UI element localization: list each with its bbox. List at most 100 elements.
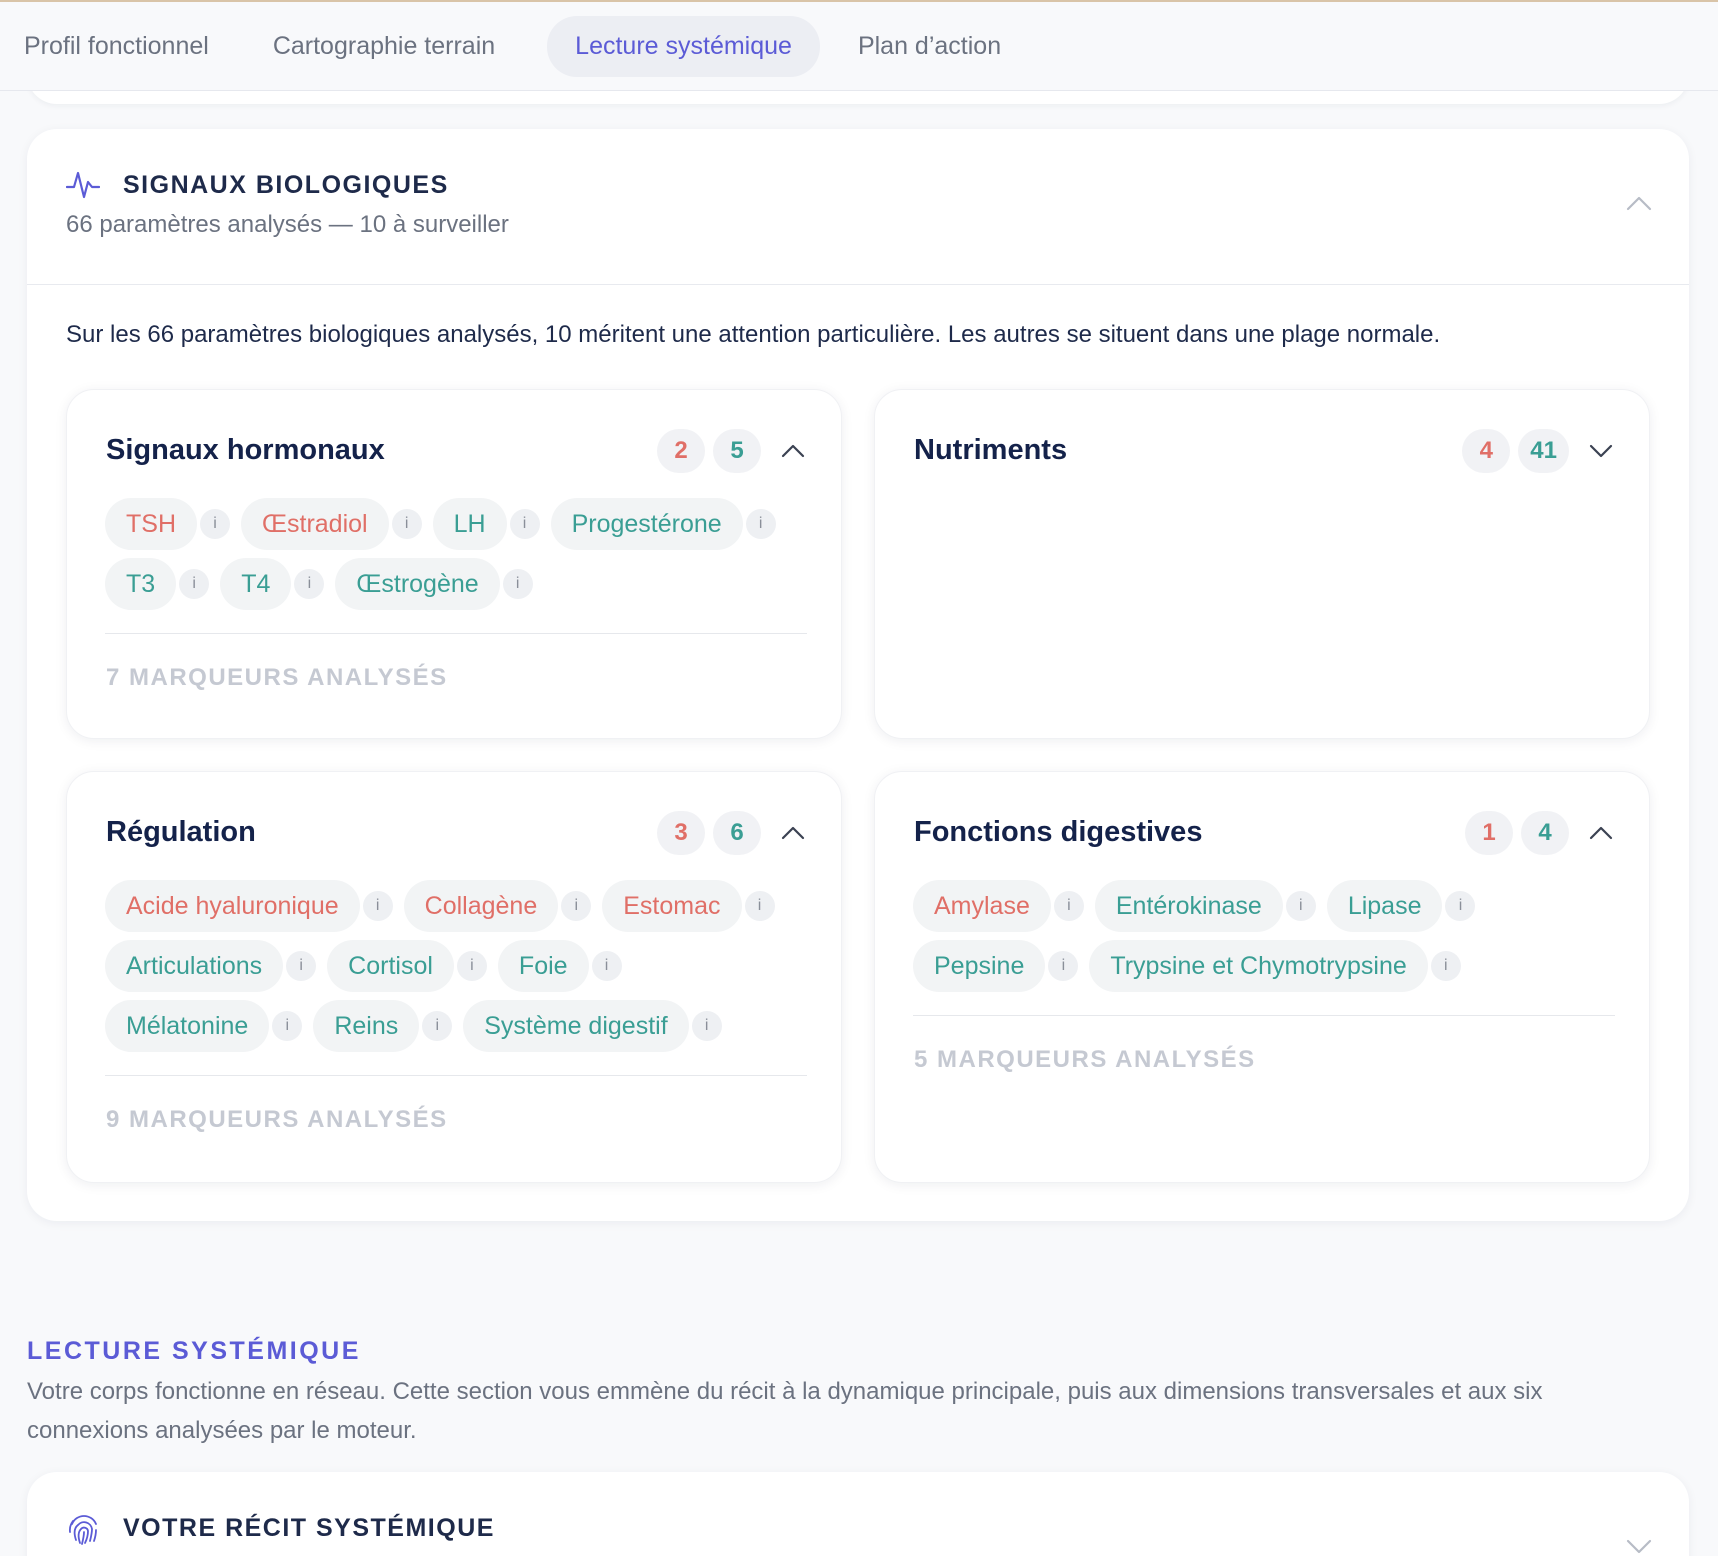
info-icon[interactable]: i bbox=[294, 569, 325, 599]
marker-chip[interactable]: Entérokinase bbox=[1094, 880, 1283, 932]
marker-item: Mélatonine i bbox=[105, 1000, 303, 1052]
recit-systemique-panel[interactable]: VOTRE RÉCIT SYSTÉMIQUE bbox=[27, 1472, 1689, 1556]
normal-count-badge: 4 bbox=[1521, 811, 1569, 855]
info-icon[interactable]: i bbox=[200, 509, 230, 539]
info-icon[interactable]: i bbox=[1048, 951, 1079, 981]
marker-item: Reins i bbox=[313, 1000, 453, 1052]
info-icon[interactable]: i bbox=[1053, 891, 1084, 921]
card-title: Régulation bbox=[106, 816, 256, 848]
marker-chips: Amylase i Entérokinase i Lipase i Pepsine i Tryp… bbox=[913, 880, 1615, 1000]
marker-chip[interactable]: T3 bbox=[105, 558, 177, 610]
info-icon[interactable]: i bbox=[1430, 951, 1461, 981]
marker-item: T4 i bbox=[220, 558, 325, 610]
biological-signals-panel: SIGNAUX BIOLOGIQUES 66 paramètres analys… bbox=[27, 129, 1689, 1221]
marker-item: Estomac i bbox=[602, 880, 775, 932]
marker-chip[interactable]: Cortisol bbox=[327, 940, 454, 992]
chevron-up-icon[interactable] bbox=[781, 826, 805, 840]
marker-item: Articulations i bbox=[105, 940, 317, 992]
info-icon[interactable]: i bbox=[286, 951, 317, 981]
card-title: Signaux hormonaux bbox=[106, 434, 385, 466]
card-signaux-hormonaux: Signaux hormonaux 2 5 TSH i Œstradiol i LH i P… bbox=[66, 389, 842, 739]
marker-chips: Acide hyaluronique i Collagène i Estomac i Art… bbox=[105, 880, 807, 1060]
card-divider bbox=[105, 1075, 807, 1076]
marker-chip[interactable]: Foie bbox=[497, 940, 589, 992]
biological-signals-subtitle: 66 paramètres analysés — 10 à surveiller bbox=[66, 211, 509, 238]
alert-count-badge: 4 bbox=[1462, 429, 1511, 473]
marker-item: Amylase i bbox=[913, 880, 1084, 932]
marker-item: Lipase i bbox=[1326, 880, 1476, 932]
card-footer: 9 MARQUEURS ANALYSÉS bbox=[106, 1106, 448, 1133]
card-badges: 1 4 bbox=[1465, 811, 1613, 855]
marker-chip[interactable]: Œstrogène bbox=[335, 558, 500, 610]
info-icon[interactable]: i bbox=[391, 509, 422, 539]
tab-plan-action[interactable]: Plan d’action bbox=[836, 16, 1023, 77]
info-icon[interactable]: i bbox=[179, 569, 210, 599]
alert-count-badge: 1 bbox=[1465, 811, 1513, 855]
tab-cartographie-terrain[interactable]: Cartographie terrain bbox=[251, 16, 517, 77]
marker-chip[interactable]: T4 bbox=[220, 558, 292, 610]
info-icon[interactable]: i bbox=[422, 1011, 453, 1041]
marker-item: TSH i bbox=[105, 498, 230, 550]
card-regulation: Régulation 3 6 Acide hyaluronique i Collag… bbox=[66, 771, 842, 1183]
info-icon[interactable]: i bbox=[272, 1011, 303, 1041]
tab-profil-fonctionnel[interactable]: Profil fonctionnel bbox=[2, 16, 231, 77]
card-divider bbox=[105, 633, 807, 634]
marker-chip[interactable]: Trypsine et Chymotrypsine bbox=[1089, 940, 1428, 992]
info-icon[interactable]: i bbox=[456, 951, 487, 981]
normal-count-badge: 5 bbox=[713, 429, 761, 473]
marker-chip[interactable]: LH bbox=[432, 498, 507, 550]
chevron-down-icon[interactable] bbox=[1626, 1538, 1652, 1554]
marker-chip[interactable]: Articulations bbox=[105, 940, 284, 992]
fingerprint-icon bbox=[69, 1515, 97, 1545]
marker-chip[interactable]: Collagène bbox=[403, 880, 559, 932]
marker-chip[interactable]: TSH bbox=[105, 498, 197, 550]
tab-bar: Profil fonctionnel Cartographie terrain … bbox=[0, 2, 1718, 91]
marker-chip[interactable]: Lipase bbox=[1326, 880, 1443, 932]
info-icon[interactable]: i bbox=[744, 891, 775, 921]
marker-item: Acide hyaluronique i bbox=[105, 880, 393, 932]
info-icon[interactable]: i bbox=[1445, 891, 1476, 921]
info-icon[interactable]: i bbox=[691, 1011, 722, 1041]
marker-chip[interactable]: Reins bbox=[313, 1000, 420, 1052]
biological-signals-title: SIGNAUX BIOLOGIQUES bbox=[123, 171, 449, 199]
card-badges: 3 6 bbox=[657, 811, 805, 855]
info-icon[interactable]: i bbox=[362, 891, 393, 921]
info-icon[interactable]: i bbox=[745, 509, 776, 539]
marker-item: Œstrogène i bbox=[335, 558, 533, 610]
marker-chip[interactable]: Amylase bbox=[913, 880, 1051, 932]
marker-chip[interactable]: Système digestif bbox=[463, 1000, 689, 1052]
marker-item: Collagène i bbox=[403, 880, 592, 932]
tab-lecture-systemique[interactable]: Lecture systémique bbox=[547, 15, 820, 77]
card-divider bbox=[913, 1015, 1615, 1016]
marker-chip[interactable]: Mélatonine bbox=[105, 1000, 270, 1052]
info-icon[interactable]: i bbox=[591, 951, 622, 981]
marker-item: Progestérone i bbox=[550, 498, 776, 550]
info-icon[interactable]: i bbox=[502, 569, 533, 599]
info-icon[interactable]: i bbox=[561, 891, 592, 921]
marker-item: Entérokinase i bbox=[1094, 880, 1316, 932]
marker-chip[interactable]: Acide hyaluronique bbox=[105, 880, 360, 932]
normal-count-badge: 6 bbox=[713, 811, 761, 855]
card-footer: 7 MARQUEURS ANALYSÉS bbox=[106, 664, 448, 691]
chevron-up-icon[interactable] bbox=[781, 444, 805, 458]
marker-item: Œstradiol i bbox=[241, 498, 422, 550]
marker-chip[interactable]: Estomac bbox=[602, 880, 742, 932]
biological-signals-intro: Sur les 66 paramètres biologiques analys… bbox=[66, 321, 1441, 348]
chevron-up-icon[interactable] bbox=[1589, 826, 1613, 840]
info-icon[interactable]: i bbox=[509, 509, 540, 539]
marker-chip[interactable]: Pepsine bbox=[913, 940, 1046, 992]
marker-chip[interactable]: Œstradiol bbox=[241, 498, 389, 550]
card-footer: 5 MARQUEURS ANALYSÉS bbox=[914, 1046, 1256, 1073]
normal-count-badge: 41 bbox=[1518, 429, 1569, 473]
info-icon[interactable]: i bbox=[1285, 891, 1316, 921]
marker-chip[interactable]: Progestérone bbox=[550, 498, 743, 550]
marker-item: LH i bbox=[432, 498, 540, 550]
card-badges: 4 41 bbox=[1462, 429, 1613, 473]
marker-item: Système digestif i bbox=[463, 1000, 722, 1052]
chevron-down-icon[interactable] bbox=[1589, 444, 1613, 458]
chevron-up-icon[interactable] bbox=[1626, 195, 1652, 211]
biological-signals-header[interactable]: SIGNAUX BIOLOGIQUES 66 paramètres analys… bbox=[27, 129, 1689, 285]
marker-item: Cortisol i bbox=[327, 940, 487, 992]
card-nutriments: Nutriments 4 41 bbox=[874, 389, 1650, 739]
section-description: Votre corps fonctionne en réseau. Cette … bbox=[27, 1378, 1543, 1444]
